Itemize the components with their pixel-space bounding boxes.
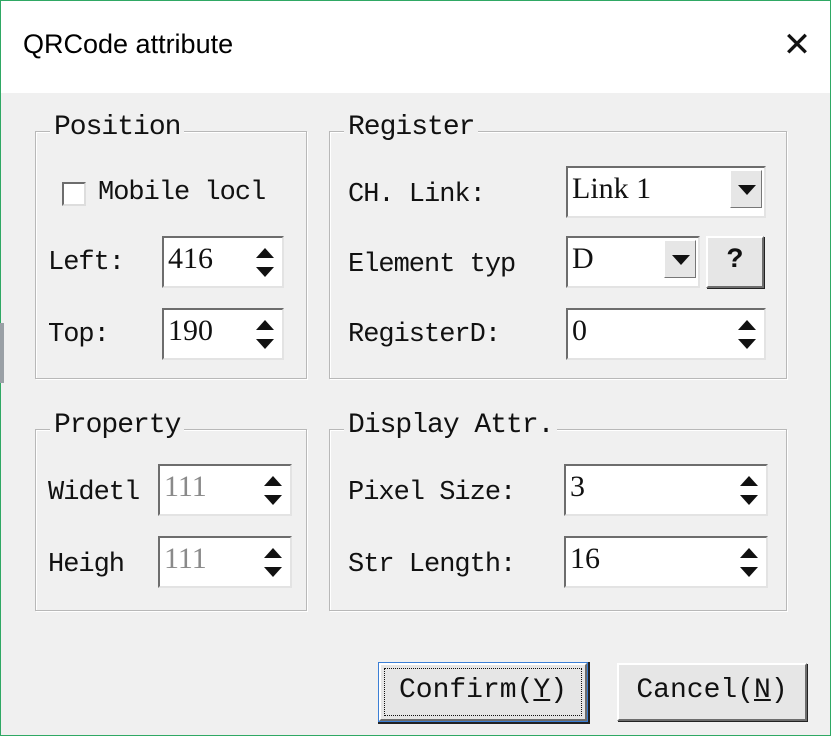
- position-group: Position Mobile locl Left: 416 Top: 190: [35, 112, 307, 379]
- pixel-size-value: 3: [570, 470, 585, 503]
- left-spinner[interactable]: [250, 242, 280, 284]
- str-length-spinbox[interactable]: 16: [564, 536, 768, 588]
- dialog-title: QRCode attribute: [23, 29, 234, 59]
- spin-up-icon[interactable]: [732, 314, 762, 335]
- height-spinbox[interactable]: 111: [158, 536, 292, 588]
- spin-up-icon[interactable]: [250, 242, 280, 263]
- property-group: Property Widetl 111 Heigh 111: [35, 410, 307, 611]
- spin-down-icon[interactable]: [258, 563, 288, 584]
- height-value: 111: [164, 542, 207, 575]
- cancel-label-prefix: Cancel(: [636, 675, 754, 706]
- position-legend: Position: [50, 112, 185, 143]
- ch-link-value: Link 1: [572, 172, 652, 205]
- pixel-size-spinbox[interactable]: 3: [564, 464, 768, 516]
- help-button[interactable]: ?: [706, 236, 764, 288]
- height-spinner[interactable]: [258, 542, 288, 584]
- register-legend: Register: [344, 112, 479, 143]
- cancel-label-suffix: ): [770, 675, 788, 706]
- left-label: Left:: [48, 248, 125, 278]
- cancel-shortcut-key: N: [754, 675, 771, 706]
- register-group: Register CH. Link: Link 1 Element typ D …: [329, 112, 787, 379]
- title-bar[interactable]: QRCode attribute ✕: [1, 1, 830, 93]
- register-spinner[interactable]: [732, 314, 762, 356]
- spin-up-icon[interactable]: [258, 542, 288, 563]
- str-length-label: Str Length:: [348, 550, 516, 580]
- height-label: Heigh: [48, 550, 125, 580]
- pixel-size-spinner[interactable]: [734, 470, 764, 512]
- width-value: 111: [164, 470, 207, 503]
- spin-up-icon[interactable]: [734, 542, 764, 563]
- left-value: 416: [168, 242, 213, 275]
- top-spinbox[interactable]: 190: [162, 308, 284, 360]
- confirm-shortcut-key: Y: [533, 675, 551, 706]
- window-edge-accent: [0, 323, 4, 383]
- help-button-label: ?: [726, 245, 744, 276]
- register-value: 0: [572, 314, 587, 347]
- cancel-button[interactable]: Cancel(N): [617, 663, 807, 721]
- chevron-down-icon[interactable]: [730, 170, 762, 208]
- property-legend: Property: [50, 410, 185, 441]
- register-label: RegisterD:: [348, 320, 501, 350]
- confirm-label-prefix: Confirm(: [398, 675, 534, 706]
- spin-up-icon[interactable]: [258, 470, 288, 491]
- dialog-window: QRCode attribute ✕ Position Mobile locl …: [0, 0, 831, 736]
- left-spinbox[interactable]: 416: [162, 236, 284, 288]
- display-attr-legend: Display Attr.: [344, 410, 558, 441]
- pixel-size-label: Pixel Size:: [348, 478, 516, 508]
- close-icon[interactable]: ✕: [777, 21, 817, 69]
- ch-link-label: CH. Link:: [348, 180, 486, 210]
- confirm-label-suffix: ): [550, 675, 568, 706]
- register-spinbox[interactable]: 0: [566, 308, 766, 360]
- mobile-lock-label: Mobile locl: [98, 178, 266, 208]
- str-length-value: 16: [570, 542, 600, 575]
- confirm-button[interactable]: Confirm(Y): [379, 663, 587, 721]
- spin-down-icon[interactable]: [734, 563, 764, 584]
- width-spinbox[interactable]: 111: [158, 464, 292, 516]
- spin-down-icon[interactable]: [732, 335, 762, 356]
- top-spinner[interactable]: [250, 314, 280, 356]
- display-attr-group: Display Attr. Pixel Size: 3 Str Length: …: [329, 410, 787, 611]
- element-type-dropdown[interactable]: D: [566, 236, 700, 288]
- spin-up-icon[interactable]: [250, 314, 280, 335]
- width-label: Widetl: [48, 478, 140, 508]
- ch-link-dropdown[interactable]: Link 1: [566, 166, 766, 218]
- element-type-value: D: [572, 242, 594, 275]
- spin-down-icon[interactable]: [250, 335, 280, 356]
- top-value: 190: [168, 314, 213, 347]
- chevron-down-icon[interactable]: [664, 240, 696, 278]
- element-type-label: Element typ: [348, 250, 516, 280]
- top-label: Top:: [48, 320, 110, 350]
- width-spinner[interactable]: [258, 470, 288, 512]
- spin-down-icon[interactable]: [258, 491, 288, 512]
- spin-down-icon[interactable]: [250, 263, 280, 284]
- mobile-lock-checkbox[interactable]: [62, 182, 86, 206]
- str-length-spinner[interactable]: [734, 542, 764, 584]
- spin-down-icon[interactable]: [734, 491, 764, 512]
- spin-up-icon[interactable]: [734, 470, 764, 491]
